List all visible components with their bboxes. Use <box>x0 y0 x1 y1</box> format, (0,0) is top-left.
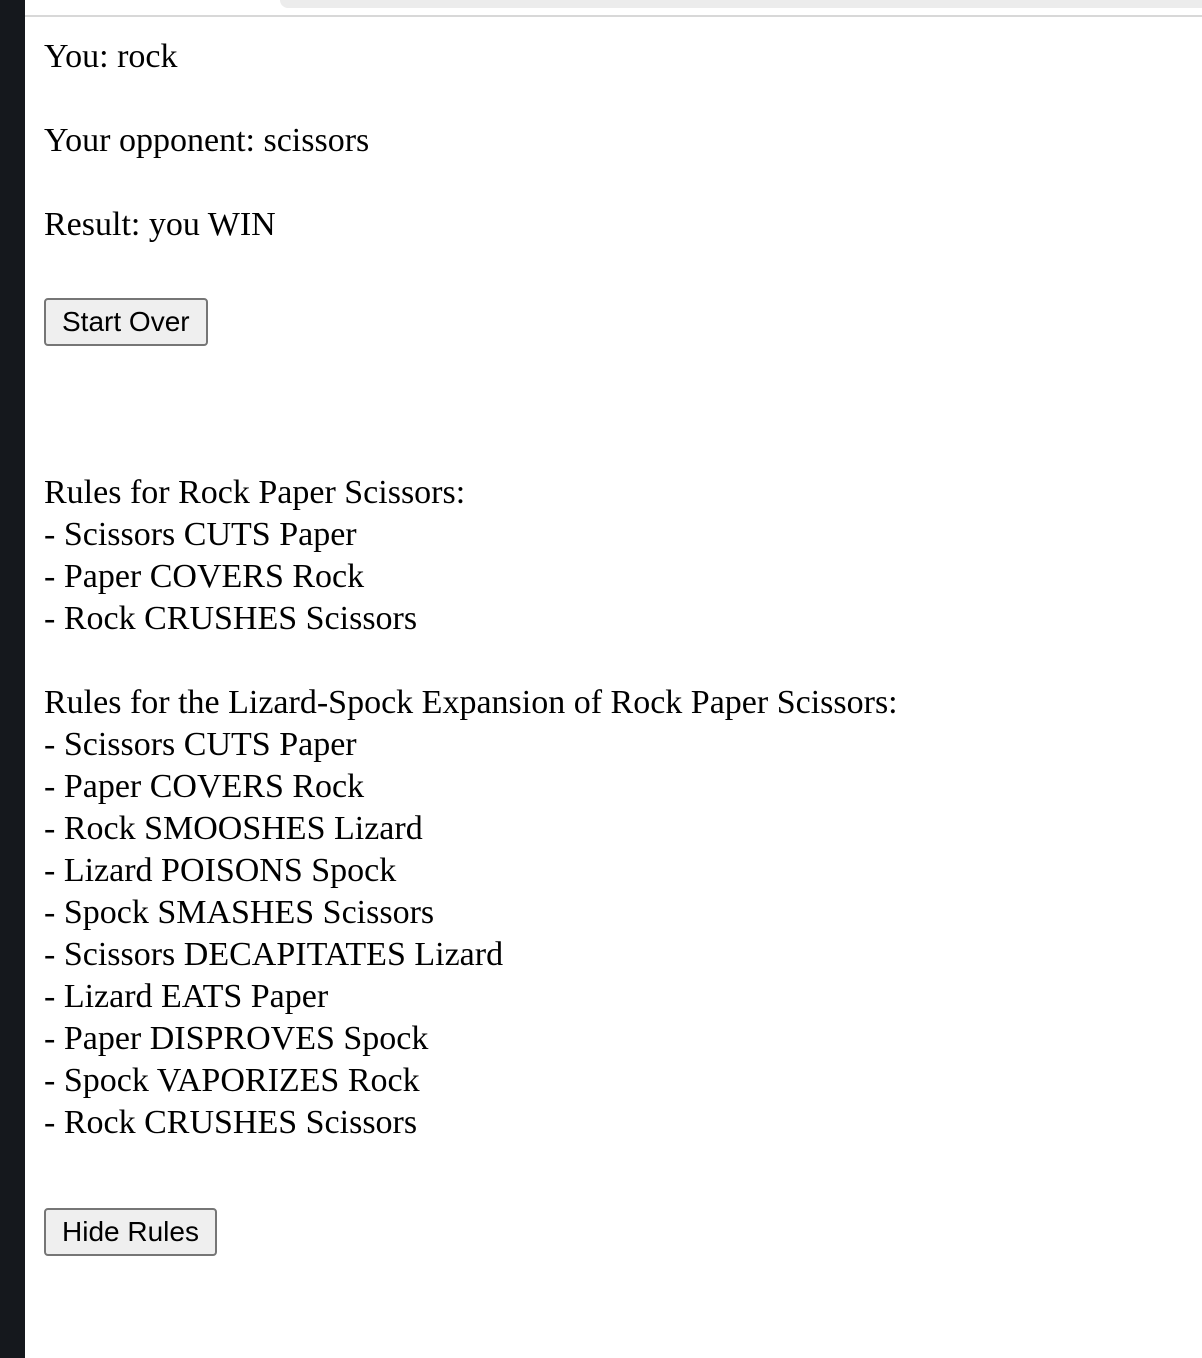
rule-item: - Spock SMASHES Scissors <box>44 894 435 931</box>
expansion-rules-title: Rules for the Lizard-Spock Expansion of … <box>44 684 898 721</box>
rule-item: - Lizard EATS Paper <box>44 978 329 1015</box>
rule-item: - Rock SMOOSHES Lizard <box>44 810 423 847</box>
game-result: Result: you WIN <box>44 206 276 243</box>
rule-item: - Rock CRUSHES Scissors <box>44 1104 418 1141</box>
browser-top-divider <box>25 15 1202 17</box>
rule-item: - Rock CRUSHES Scissors <box>44 600 418 637</box>
start-over-button[interactable]: Start Over <box>44 298 208 346</box>
opponent-choice: Your opponent: scissors <box>44 122 370 159</box>
classic-rules-title: Rules for Rock Paper Scissors: <box>44 474 466 511</box>
rule-item: - Paper COVERS Rock <box>44 768 365 805</box>
game-content: You: rock Your opponent: scissors Result… <box>44 36 1184 1256</box>
rule-item: - Paper DISPROVES Spock <box>44 1020 429 1057</box>
classic-rules-list: - Scissors CUTS Paper - Paper COVERS Roc… <box>44 514 1184 640</box>
hide-rules-button[interactable]: Hide Rules <box>44 1208 217 1256</box>
left-editor-strip <box>0 0 25 1358</box>
rule-item: - Scissors CUTS Paper <box>44 516 357 553</box>
rule-item: - Scissors DECAPITATES Lizard <box>44 936 504 973</box>
rule-item: - Scissors CUTS Paper <box>44 726 357 763</box>
rule-item: - Spock VAPORIZES Rock <box>44 1062 420 1099</box>
player-choice: You: rock <box>44 38 178 75</box>
rule-item: - Paper COVERS Rock <box>44 558 365 595</box>
browser-top-tab <box>280 0 1202 8</box>
expansion-rules-list: - Scissors CUTS Paper - Paper COVERS Roc… <box>44 724 1184 1144</box>
rule-item: - Lizard POISONS Spock <box>44 852 397 889</box>
rules-section: Rules for Rock Paper Scissors: - Scissor… <box>44 472 1184 1256</box>
